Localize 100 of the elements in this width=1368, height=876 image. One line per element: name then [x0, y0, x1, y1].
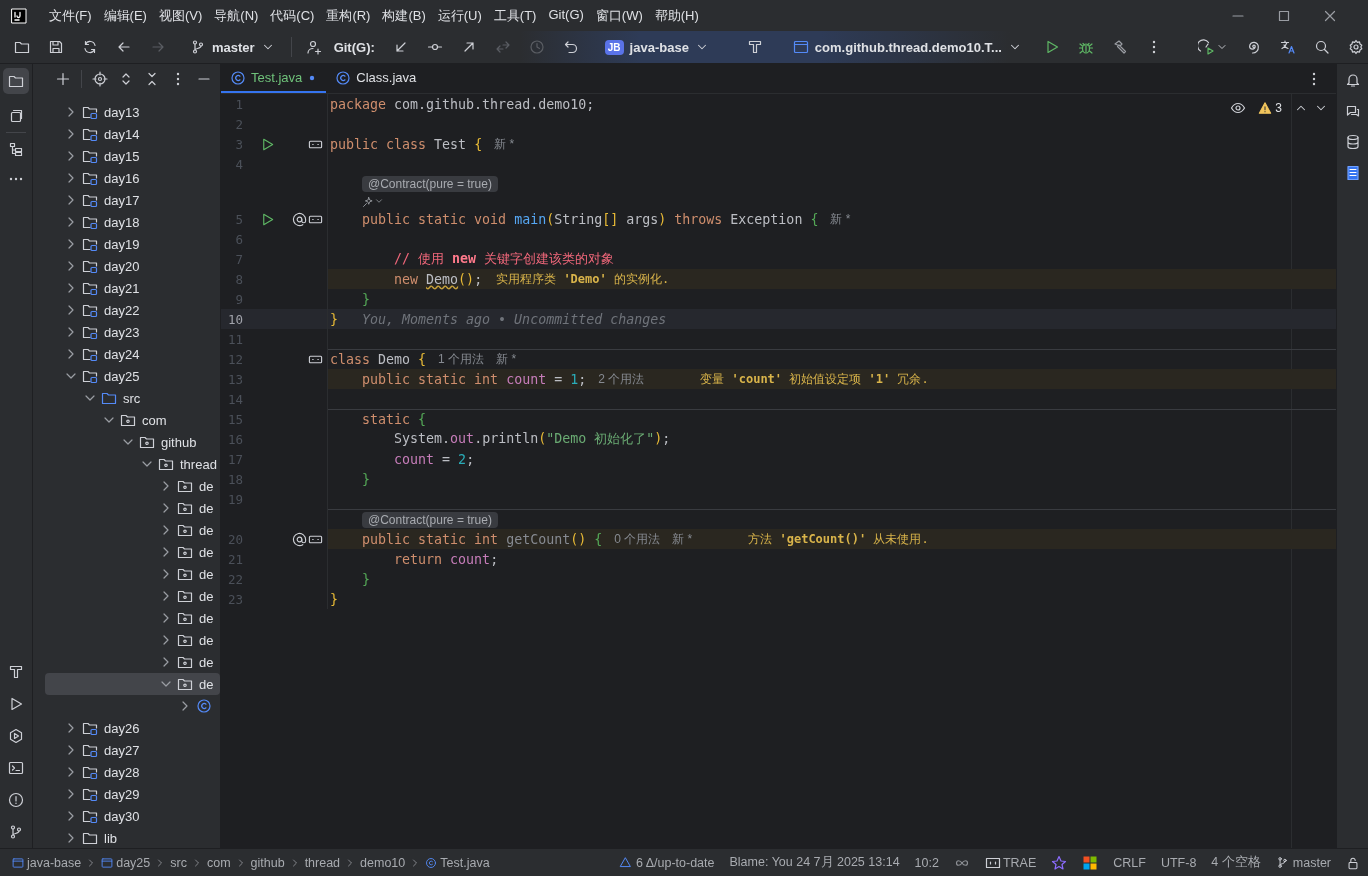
menu-item[interactable]: Git(G) — [548, 6, 584, 25]
menu-item[interactable]: 工具(T) — [493, 6, 537, 25]
tree-item[interactable]: day29 — [45, 783, 220, 805]
terminal-icon[interactable] — [8, 760, 24, 776]
tree-item[interactable]: thread — [45, 453, 220, 475]
translate-icon[interactable] — [1280, 39, 1296, 55]
ai-actions-button[interactable] — [362, 195, 384, 208]
tree-item[interactable]: day21 — [45, 277, 220, 299]
menu-item[interactable]: 代码(C) — [270, 6, 315, 25]
tree-item[interactable]: day14 — [45, 123, 220, 145]
menu-item[interactable]: 重构(R) — [326, 6, 371, 25]
notifications-icon[interactable] — [1344, 72, 1361, 88]
locate-icon[interactable] — [92, 71, 108, 87]
tree-item[interactable]: com — [45, 409, 220, 431]
structure-icon[interactable] — [8, 141, 24, 157]
settings-icon[interactable] — [1348, 39, 1364, 55]
tree-item[interactable]: day26 — [45, 717, 220, 739]
breadcrumb[interactable]: github — [250, 855, 285, 870]
breadcrumb[interactable]: java-base — [12, 855, 82, 870]
run-icon[interactable] — [8, 696, 24, 712]
problem-hint: 方法 'getCount()' 从未使用. — [748, 530, 929, 548]
git-icon[interactable] — [8, 824, 24, 840]
problems-icon[interactable] — [8, 792, 24, 808]
tree-item[interactable]: de — [45, 585, 220, 607]
eye-icon[interactable] — [1230, 100, 1247, 116]
tree-item[interactable]: de — [45, 607, 220, 629]
folder-icon[interactable] — [14, 39, 30, 55]
code-text: public static int count = 1; — [361, 371, 587, 387]
tree-item[interactable]: de — [45, 651, 220, 673]
services-icon[interactable] — [8, 728, 24, 744]
tree-item[interactable]: day22 — [45, 299, 220, 321]
menu-item[interactable]: 视图(V) — [158, 6, 203, 25]
breadcrumb[interactable]: com — [206, 855, 231, 870]
editor-tab[interactable]: Class.java — [326, 64, 426, 93]
lock-icon[interactable] — [1346, 855, 1360, 870]
tree-item[interactable]: day23 — [45, 321, 220, 343]
run-configuration-selector[interactable]: com.github.thread.demo10.T... — [792, 39, 1022, 55]
tree-item[interactable]: de — [45, 673, 220, 695]
menu-item[interactable]: 窗口(W) — [595, 6, 643, 25]
inlay-hint: 新 * — [830, 210, 851, 228]
add-user-icon[interactable] — [305, 39, 322, 55]
breadcrumb[interactable]: Test.java — [425, 855, 490, 870]
window-icon — [792, 39, 809, 55]
tree-item[interactable]: de — [45, 563, 220, 585]
tree-item[interactable]: de — [45, 519, 220, 541]
tree-item[interactable]: day27 — [45, 739, 220, 761]
blame-status[interactable]: Blame: You 24 7月 2025 13:14 — [729, 854, 900, 871]
run-icon[interactable] — [260, 136, 275, 152]
breadcrumb[interactable]: src — [170, 855, 187, 870]
swirl-icon[interactable] — [1246, 39, 1262, 55]
branch-status[interactable]: master — [1275, 855, 1331, 870]
encoding-status[interactable]: UTF-8 — [1160, 855, 1197, 870]
tree-item[interactable]: github — [45, 431, 220, 453]
new-item-icon[interactable] — [55, 71, 71, 87]
tree-item[interactable]: day13 — [45, 101, 220, 123]
warnings-counter[interactable]: 3 — [1258, 101, 1282, 115]
save-icon[interactable] — [48, 39, 64, 55]
tree-item[interactable]: de — [45, 541, 220, 563]
tree-item[interactable]: day30 — [45, 805, 220, 827]
breadcrumb[interactable]: day25 — [101, 855, 151, 870]
tree-item[interactable]: day19 — [45, 233, 220, 255]
tree-item[interactable]: de — [45, 475, 220, 497]
tree-item[interactable]: day25 — [45, 365, 220, 387]
vcs-status[interactable]: 6 Δ/up-to-date — [618, 855, 715, 870]
tree-item[interactable]: day24 — [45, 343, 220, 365]
branch-selector[interactable]: master — [190, 39, 275, 55]
menu-item[interactable]: 文件(F) — [49, 6, 92, 25]
undo-icon[interactable] — [562, 39, 579, 55]
tree-item[interactable]: day20 — [45, 255, 220, 277]
copy-icon[interactable] — [8, 108, 24, 124]
ai-chat-icon[interactable] — [1344, 103, 1361, 119]
menu-item[interactable]: 运行(U) — [437, 6, 482, 25]
run-icon[interactable] — [260, 211, 275, 227]
breadcrumb[interactable]: thread — [304, 855, 341, 870]
project-tool-button[interactable] — [3, 68, 29, 94]
caret-position[interactable]: 10:2 — [914, 855, 939, 870]
menu-item[interactable]: 帮助(H) — [654, 6, 699, 25]
line-separator-status[interactable]: CRLF — [1113, 855, 1146, 870]
menu-item[interactable]: 编辑(E) — [103, 6, 147, 25]
tree-item[interactable]: day17 — [45, 189, 220, 211]
indent-status[interactable]: 4 个空格 — [1211, 854, 1261, 871]
tree-item[interactable]: day18 — [45, 211, 220, 233]
document-icon[interactable] — [1344, 165, 1361, 181]
tree-item[interactable]: de — [45, 497, 220, 519]
tree-item[interactable]: day28 — [45, 761, 220, 783]
star-icon[interactable] — [1051, 854, 1068, 871]
tree-item[interactable]: lib — [45, 827, 220, 848]
tree-item[interactable]: src — [45, 387, 220, 409]
database-icon[interactable] — [1344, 134, 1361, 150]
tree-item[interactable]: day16 — [45, 167, 220, 189]
menu-item[interactable]: 导航(N) — [214, 6, 259, 25]
trae-widget[interactable]: TRAE — [984, 854, 1037, 871]
tree-item[interactable]: day15 — [45, 145, 220, 167]
project-selector[interactable]: JB java-base — [604, 39, 709, 55]
sync-icon[interactable] — [82, 39, 98, 55]
tree-item[interactable]: de — [45, 629, 220, 651]
breadcrumb[interactable]: demo10 — [360, 855, 406, 870]
windows-logo-icon[interactable] — [1082, 854, 1099, 871]
search-icon[interactable] — [1314, 39, 1330, 55]
menu-item[interactable]: 构建(B) — [382, 6, 426, 25]
